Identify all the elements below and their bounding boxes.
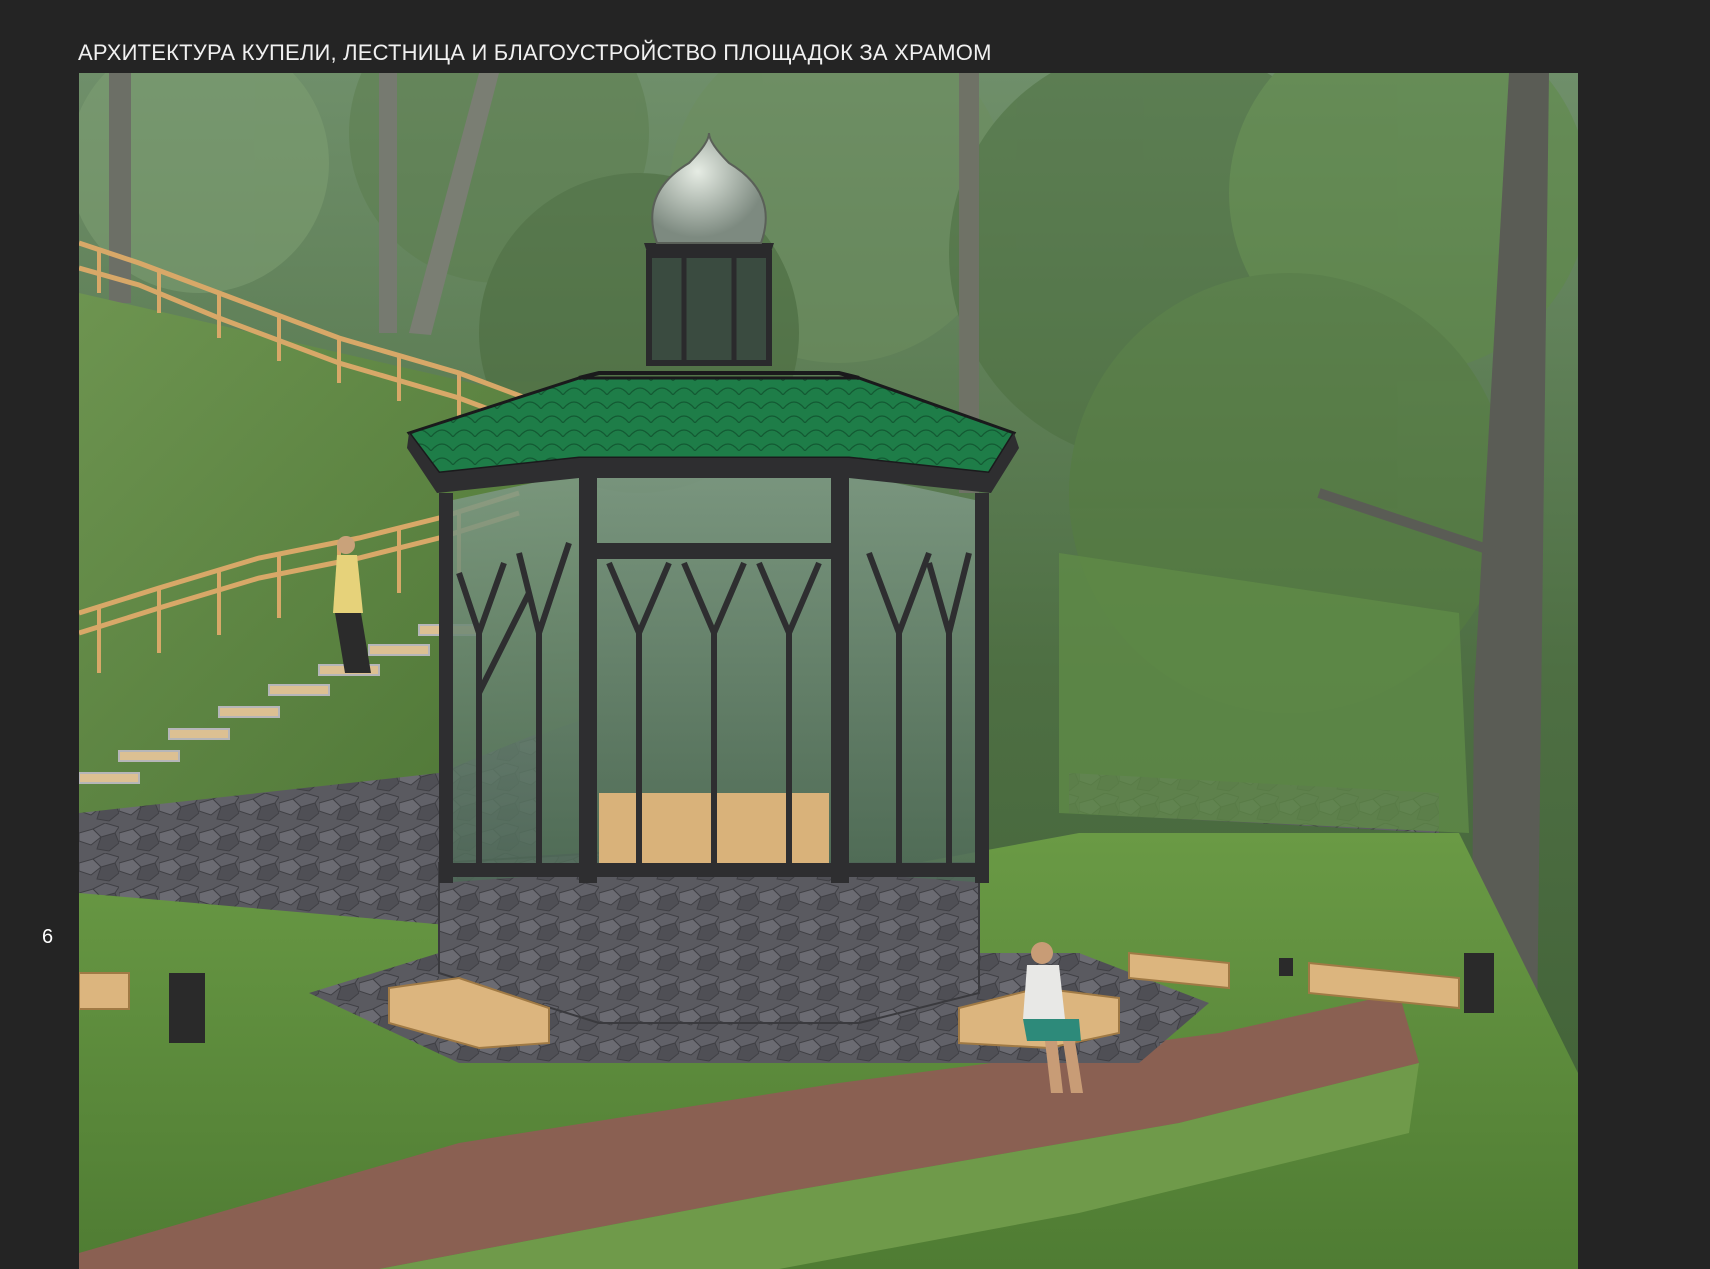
- chapel-render-image: [79, 73, 1578, 1269]
- page-number: 6: [42, 926, 54, 948]
- page-title: АРХИТЕКТУРА КУПЕЛИ, ЛЕСТНИЦА И БЛАГОУСТР…: [78, 40, 992, 65]
- page-number-box: [0, 913, 79, 1269]
